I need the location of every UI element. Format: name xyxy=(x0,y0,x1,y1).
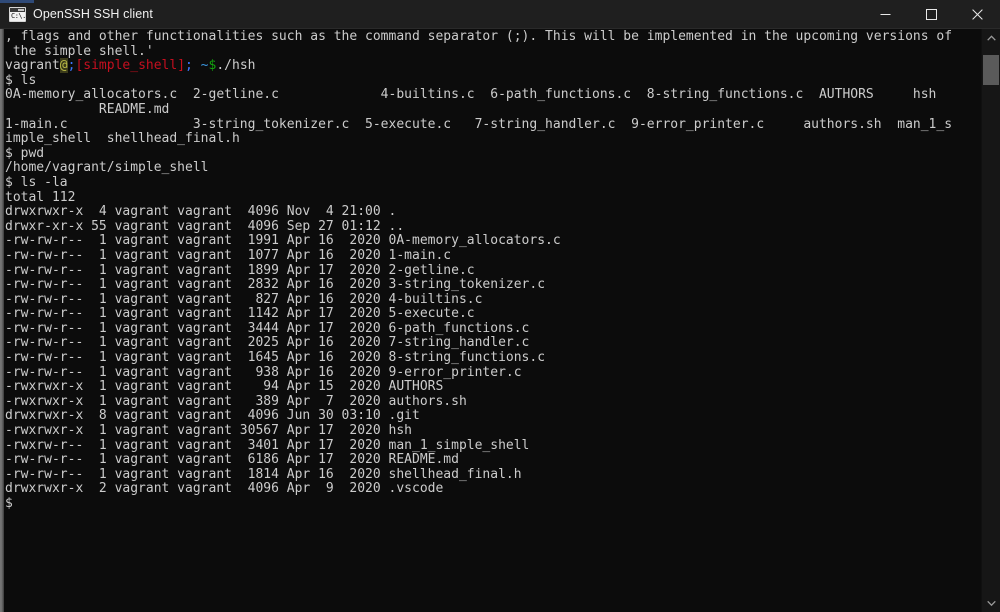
terminal-line: -rwxrwxr-x 1 vagrant vagrant 94 Apr 15 2… xyxy=(5,379,444,395)
scroll-down-arrow-icon[interactable] xyxy=(982,594,1000,612)
terminal-line: $ pwd xyxy=(5,145,45,161)
prompt-segment: ~ xyxy=(192,58,209,74)
scrollbar-track[interactable] xyxy=(982,47,1000,594)
prompt-segment: [simple_shell] xyxy=(75,58,186,74)
terminal-line: /home/vagrant/simple_shell xyxy=(5,160,209,176)
terminal-line: -rw-rw-r-- 1 vagrant vagrant 2832 Apr 16… xyxy=(5,277,546,293)
window-title: OpenSSH SSH client xyxy=(33,7,153,21)
terminal-line: -rwxrwxr-x 1 vagrant vagrant 30567 Apr 1… xyxy=(5,423,412,439)
terminal-line: -rw-rw-r-- 1 vagrant vagrant 1814 Apr 16… xyxy=(5,466,522,482)
console-window-icon: C:\. xyxy=(9,6,26,22)
terminal-line: README.md xyxy=(5,101,170,117)
terminal-line: -rw-rw-r-- 1 vagrant vagrant 1077 Apr 16… xyxy=(5,247,452,263)
terminal-line: drwxr-xr-x 55 vagrant vagrant 4096 Sep 2… xyxy=(5,218,405,234)
terminal-line: -rw-rw-r-- 1 vagrant vagrant 827 Apr 16 … xyxy=(5,291,483,307)
terminal-line: $ ls -la xyxy=(5,174,68,190)
scrollbar-thumb[interactable] xyxy=(983,55,999,85)
terminal-line: drwxrwxr-x 4 vagrant vagrant 4096 Nov 4 … xyxy=(5,204,397,220)
terminal-line: -rw-rw-r-- 1 vagrant vagrant 1899 Apr 17… xyxy=(5,262,475,278)
terminal-output: , flags and other functionalities such a… xyxy=(4,29,981,512)
maximize-button[interactable] xyxy=(908,0,954,28)
window-controls xyxy=(862,0,1000,28)
terminal-line: the simple shell.' xyxy=(5,43,154,59)
terminal-body: , flags and other functionalities such a… xyxy=(0,29,1000,612)
terminal-line: -rw-rw-r-- 1 vagrant vagrant 1645 Apr 16… xyxy=(5,350,546,366)
terminal-line: -rw-rw-r-- 1 vagrant vagrant 1142 Apr 17… xyxy=(5,306,475,322)
prompt-segment: vagrant xyxy=(5,58,60,74)
terminal-line: -rw-rw-r-- 1 vagrant vagrant 6186 Apr 17… xyxy=(5,452,459,468)
prompt-segment: ./hsh xyxy=(216,58,256,74)
terminal-line: imple_shell shellhead_final.h xyxy=(5,131,240,147)
terminal-line: 0A-memory_allocators.c 2-getline.c 4-bui… xyxy=(5,87,937,103)
terminal-line: -rw-rw-r-- 1 vagrant vagrant 1991 Apr 16… xyxy=(5,233,561,249)
terminal-line: -rwxrw-r-- 1 vagrant vagrant 3401 Apr 17… xyxy=(5,437,530,453)
terminal-line: total 112 xyxy=(5,189,76,205)
prompt-segment: ; xyxy=(185,58,193,74)
terminal-line: 1-main.c 3-string_tokenizer.c 5-execute.… xyxy=(5,116,953,132)
terminal-line: $ ls xyxy=(5,72,37,88)
close-button[interactable] xyxy=(954,0,1000,28)
scroll-up-arrow-icon[interactable] xyxy=(982,29,1000,47)
terminal-line: -rw-rw-r-- 1 vagrant vagrant 938 Apr 16 … xyxy=(5,364,522,380)
terminal-line: -rw-rw-r-- 1 vagrant vagrant 2025 Apr 16… xyxy=(5,335,530,351)
minimize-button[interactable] xyxy=(862,0,908,28)
terminal-line: drwxrwxr-x 2 vagrant vagrant 4096 Apr 9 … xyxy=(5,481,444,497)
prompt-segment: @ xyxy=(59,58,68,74)
terminal-line: drwxrwxr-x 8 vagrant vagrant 4096 Jun 30… xyxy=(5,408,420,424)
terminal-window: C:\. OpenSSH SSH client , flags and othe… xyxy=(0,0,1000,612)
terminal-line: -rwxrwxr-x 1 vagrant vagrant 389 Apr 7 2… xyxy=(5,393,467,409)
terminal-line: $ xyxy=(5,496,13,511)
terminal-line: , flags and other functionalities such a… xyxy=(5,29,953,44)
terminal-prompt-line: vagrant@;[simple_shell]; ~$./hsh xyxy=(5,58,981,74)
title-bar[interactable]: C:\. OpenSSH SSH client xyxy=(0,0,1000,29)
vertical-scrollbar[interactable] xyxy=(981,29,1000,612)
console-icon-glyph: C:\. xyxy=(11,11,26,20)
terminal-screen[interactable]: , flags and other functionalities such a… xyxy=(4,29,981,612)
terminal-line: -rw-rw-r-- 1 vagrant vagrant 3444 Apr 17… xyxy=(5,320,530,336)
